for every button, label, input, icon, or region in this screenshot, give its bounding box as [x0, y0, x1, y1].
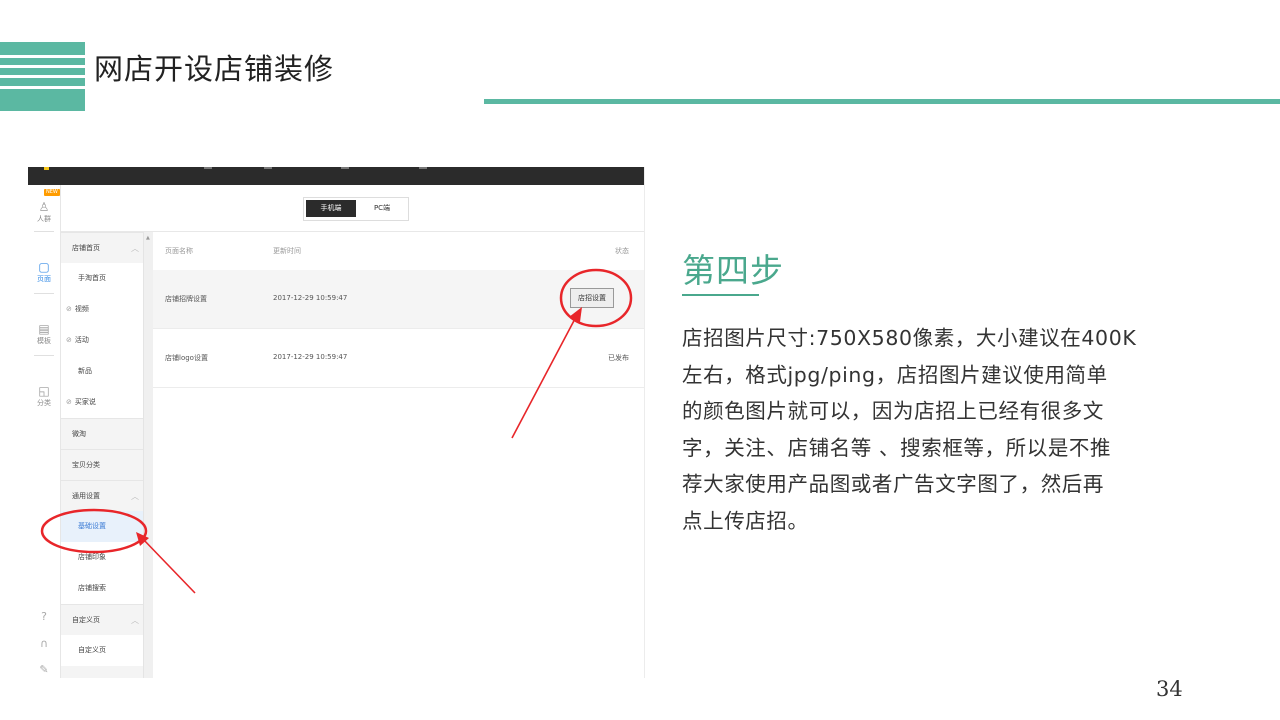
description-line: 的颜色图片就可以，因为店招上已经有很多文: [682, 399, 1104, 423]
edit-icon[interactable]: ✎: [28, 663, 60, 676]
updated-time-cell: 2017-12-29 10:59:47: [273, 294, 348, 302]
header-stripe: [0, 58, 85, 65]
description-line: 店招图片尺寸:750X580像素，大小建议在400K: [682, 326, 1137, 350]
nav-icon[interactable]: [264, 167, 272, 169]
page-icon: ▢: [38, 260, 50, 274]
description-line: 荐大家使用产品图或者广告文字图了，然后再: [682, 472, 1104, 496]
left-rail: NEW ♙ 人群 ▢ 页面 ▤ 模板 ◱ 分类 ? ∩ ✎: [28, 185, 61, 678]
column-header-updated: 更新时间: [273, 247, 301, 255]
menu-item-new[interactable]: 新品: [61, 356, 143, 387]
menu-label: 活动: [74, 336, 89, 344]
description-line: 点上传店招。: [682, 508, 809, 533]
scroll-up-icon[interactable]: ▲: [146, 235, 150, 241]
chevron-up-icon: ︿: [131, 616, 139, 625]
menu-item-shop-search[interactable]: 店铺搜索: [61, 573, 143, 604]
rail-item-template[interactable]: ▤ 模板: [28, 323, 60, 346]
new-badge: NEW: [44, 189, 60, 196]
mobile-tab[interactable]: 手机端: [306, 200, 356, 217]
menu-label: 自定义页: [72, 616, 100, 624]
template-icon: ▤: [38, 322, 50, 336]
page-name-cell: 店铺logo设置: [165, 354, 208, 362]
menu-group-shop-home[interactable]: 店铺首页 ︿: [61, 232, 143, 264]
hidden-icon: ⊘: [66, 305, 72, 313]
title-underline: [484, 99, 1280, 104]
menu-label: 买家说: [74, 398, 96, 406]
header-stripe: [0, 78, 85, 86]
hidden-icon: ⊘: [66, 398, 72, 406]
step-description: 店招图片尺寸:750X580像素，大小建议在400K 左右，格式jpg/ping…: [682, 320, 1182, 539]
logo-mark: [44, 167, 49, 170]
menu-group-category[interactable]: 宝贝分类: [61, 449, 143, 481]
page-table: 页面名称 更新时间 状态 店铺招牌设置 2017-12-29 10:59:47 …: [153, 232, 644, 678]
header-stripe: [0, 89, 85, 111]
hidden-icon: ⊘: [66, 336, 72, 344]
menu-label: 店铺首页: [72, 244, 100, 252]
rail-divider: [34, 355, 54, 356]
updated-time-cell: 2017-12-29 10:59:47: [273, 353, 348, 361]
menu-item-video[interactable]: ⊘ 视频: [61, 294, 143, 325]
menu-scrollbar[interactable]: ▲: [143, 232, 153, 678]
rail-item-label: 模板: [37, 337, 51, 345]
nav-icon[interactable]: [204, 167, 212, 169]
menu-item-activity[interactable]: ⊘ 活动: [61, 325, 143, 356]
top-navigation-bar: [28, 167, 644, 185]
headset-icon[interactable]: ∩: [28, 637, 60, 650]
page-name-cell: 店铺招牌设置: [165, 295, 207, 303]
help-icon[interactable]: ?: [28, 610, 60, 623]
rail-item-crowd[interactable]: ♙ 人群: [28, 201, 60, 224]
description-line: 左右，格式jpg/ping，店招图片建议使用简单: [682, 362, 1108, 387]
user-icon: ♙: [38, 200, 50, 214]
header-stripe: [0, 42, 85, 55]
menu-group-general[interactable]: 通用设置 ︿: [61, 480, 143, 512]
page-number: 34: [1156, 677, 1183, 701]
menu-group-custom-page[interactable]: 自定义页 ︿: [61, 604, 143, 636]
rail-divider: [34, 293, 54, 294]
shop-sign-settings-button[interactable]: 店招设置: [570, 288, 614, 308]
column-header-status: 状态: [615, 247, 629, 255]
nav-icon[interactable]: [419, 167, 427, 169]
table-row: 店铺logo设置 2017-12-29 10:59:47 已发布: [153, 329, 644, 388]
step-title: 第四步: [682, 251, 784, 290]
menu-label: 通用设置: [72, 492, 100, 500]
pc-tab[interactable]: PC端: [358, 200, 406, 217]
menu-item-buyer-says[interactable]: ⊘ 买家说: [61, 387, 143, 418]
menu-item-basic-settings[interactable]: 基础设置: [61, 511, 143, 542]
menu-label: 视频: [74, 305, 89, 313]
nav-icon[interactable]: [341, 167, 349, 169]
column-header-name: 页面名称: [165, 247, 193, 255]
rail-item-label: 分类: [37, 399, 51, 407]
rail-item-label: 人群: [37, 215, 51, 223]
device-toggle: 手机端 PC端: [303, 197, 409, 221]
shop-decoration-screenshot: NEW ♙ 人群 ▢ 页面 ▤ 模板 ◱ 分类 ? ∩ ✎ 手机端 PC端 店铺…: [28, 167, 645, 678]
menu-item-mobile-home[interactable]: 手淘首页: [61, 263, 143, 294]
category-icon: ◱: [38, 384, 50, 398]
menu-item-custom-page[interactable]: 自定义页: [61, 635, 143, 666]
status-cell: 已发布: [608, 354, 629, 362]
step-underline: [682, 294, 759, 296]
chevron-up-icon: ︿: [131, 244, 139, 253]
menu-group-weitao[interactable]: 微淘: [61, 418, 143, 450]
header-stripe: [0, 68, 85, 75]
description-line: 字，关注、店铺名等 、搜索框等，所以是不推: [682, 435, 1112, 460]
page-menu: 店铺首页 ︿ 手淘首页 ⊘ 视频 ⊘ 活动 新品 ⊘ 买家说 微淘 宝贝分类 通用设置…: [61, 232, 143, 678]
rail-item-category[interactable]: ◱ 分类: [28, 385, 60, 408]
table-row: 店铺招牌设置 2017-12-29 10:59:47 店招设置: [153, 270, 644, 329]
rail-divider: [34, 231, 54, 232]
menu-item-shop-impression[interactable]: 店铺印象: [61, 542, 143, 573]
slide-title: 网店开设店铺装修: [94, 52, 335, 86]
rail-item-page[interactable]: ▢ 页面: [28, 261, 60, 284]
rail-item-label: 页面: [37, 275, 51, 283]
chevron-up-icon: ︿: [131, 492, 139, 501]
